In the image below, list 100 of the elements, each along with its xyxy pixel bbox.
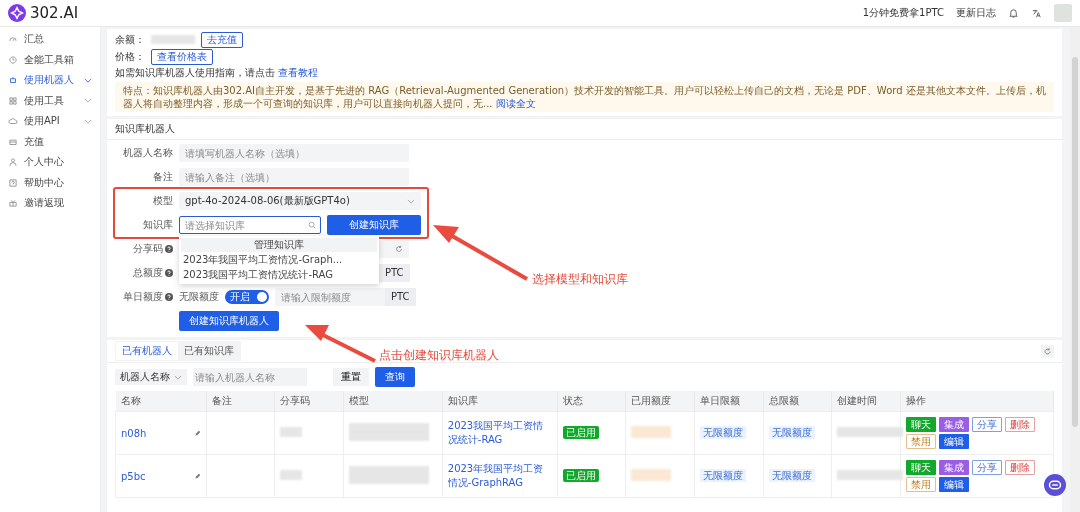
- nav-icon: [8, 54, 18, 65]
- action-button[interactable]: 编辑: [939, 434, 969, 449]
- nav-icon: [8, 157, 18, 168]
- tab[interactable]: 已有知识库: [178, 342, 240, 360]
- price-table-button[interactable]: 查看价格表: [151, 48, 213, 65]
- blurred-value: [631, 426, 672, 438]
- chat-bubble-icon[interactable]: [1044, 474, 1066, 496]
- price-label: 价格：: [115, 49, 145, 64]
- column-header: 备注: [206, 391, 275, 412]
- toggle-switch[interactable]: 开启: [225, 290, 269, 304]
- field-label: 分享码: [133, 242, 163, 256]
- model-select[interactable]: gpt-4o-2024-08-06(最新版GPT4o): [179, 192, 421, 210]
- tutorial-link[interactable]: 查看教程: [278, 67, 319, 78]
- help-icon: [165, 293, 173, 301]
- blurred-value: [280, 470, 303, 480]
- action-button[interactable]: 删除: [1005, 460, 1035, 475]
- dropdown-option[interactable]: 2023我国平均工资情况统计-RAG: [181, 268, 377, 282]
- balance-label: 余额：: [115, 32, 145, 47]
- column-header: 分享码: [274, 391, 344, 412]
- sidebar-item[interactable]: 使用API: [0, 111, 100, 132]
- action-button[interactable]: 禁用: [906, 477, 936, 492]
- create-bot-button[interactable]: 创建知识库机器人: [179, 311, 279, 331]
- create-knowledge-button[interactable]: 创建知识库: [327, 215, 421, 235]
- sidebar-item[interactable]: 帮助中心: [0, 172, 100, 193]
- annotation-text: 选择模型和知识库: [532, 271, 628, 288]
- column-header: 知识库: [442, 391, 558, 412]
- input-field[interactable]: 请输入备注（选填）: [179, 168, 409, 186]
- field-label: 单日额度: [123, 290, 163, 304]
- guide-text: 如需知识库机器人使用指南，请点击 查看教程: [115, 66, 320, 80]
- action-button[interactable]: 删除: [1005, 417, 1035, 432]
- column-header: 单日限额: [694, 391, 764, 412]
- bot-name-link[interactable]: n08h: [121, 427, 147, 439]
- bell-icon[interactable]: [1008, 7, 1019, 19]
- nav-icon: [8, 177, 18, 188]
- search-icon: [308, 221, 316, 229]
- blurred-value: [631, 469, 672, 481]
- field-label: 知识库: [142, 218, 173, 232]
- column-header: 总限额: [763, 391, 832, 412]
- nav-icon: [8, 95, 18, 106]
- action-button[interactable]: 编辑: [939, 477, 969, 492]
- refresh-icon[interactable]: [1041, 344, 1054, 358]
- status-badge: 已启用: [562, 426, 599, 439]
- section-title: 知识库机器人: [107, 119, 1062, 140]
- refresh-icon[interactable]: [395, 245, 403, 253]
- action-button[interactable]: 集成: [939, 460, 969, 475]
- nav-icon: [8, 75, 18, 86]
- filter-select[interactable]: 机器人名称: [115, 369, 187, 385]
- bot-name-link[interactable]: p5bc: [121, 470, 146, 482]
- sidebar-item[interactable]: 汇总: [0, 29, 100, 50]
- dropdown-option[interactable]: 2023年我国平均工资情况-Graph...: [181, 253, 377, 267]
- search-field[interactable]: 请输入机器人名称: [193, 368, 307, 386]
- reset-button[interactable]: 重置: [333, 368, 369, 386]
- brand-name[interactable]: 302.AI: [30, 4, 79, 22]
- search-button[interactable]: 查询: [375, 367, 415, 387]
- edit-icon[interactable]: [193, 472, 201, 480]
- edit-icon[interactable]: [193, 429, 201, 437]
- sidebar-item[interactable]: 使用工具: [0, 90, 100, 111]
- recharge-button[interactable]: 去充值: [201, 31, 243, 48]
- daily-quota-field[interactable]: 请输入限制额度: [275, 288, 385, 306]
- translate-icon[interactable]: [1031, 7, 1042, 19]
- nav-icon: [8, 198, 18, 209]
- chevron-icon: [84, 98, 92, 104]
- sidebar-item[interactable]: 使用机器人: [0, 70, 100, 91]
- action-button[interactable]: 集成: [939, 417, 969, 432]
- nav-icon: [8, 116, 18, 127]
- chevron-icon: [84, 118, 92, 124]
- annotation-arrow: [305, 325, 376, 363]
- action-button[interactable]: 分享: [972, 417, 1002, 432]
- read-more-link[interactable]: 阅读全文: [495, 98, 536, 109]
- chevron-icon: [407, 198, 415, 204]
- quota-tag: 无限额度: [700, 469, 747, 482]
- action-button[interactable]: 禁用: [906, 434, 936, 449]
- unit-label: PTC: [385, 288, 416, 306]
- column-header: 已用额度: [625, 391, 695, 412]
- promo-link[interactable]: 1分钟免费拿1PTC: [862, 6, 944, 20]
- sidebar-item[interactable]: 个人中心: [0, 152, 100, 173]
- quota-tag: 无限额度: [768, 426, 815, 439]
- sidebar-item[interactable]: 全能工具箱: [0, 49, 100, 70]
- help-icon: [165, 269, 173, 277]
- changelog-link[interactable]: 更新日志: [956, 6, 996, 20]
- field-label: 模型: [152, 194, 173, 208]
- column-header: 创建时间: [831, 391, 901, 412]
- sidebar-item[interactable]: 充值: [0, 131, 100, 152]
- unlimited-label: 无限额度: [179, 290, 219, 304]
- column-header: 状态: [557, 391, 626, 412]
- input-field[interactable]: 请填写机器人名称（选填）: [179, 144, 409, 162]
- quota-tag: 无限额度: [768, 469, 815, 482]
- field-label: 总额度: [133, 266, 163, 280]
- field-label: 机器人名称: [122, 146, 173, 160]
- notice-banner: 特点：知识库机器人由302.AI自主开发，是基于先进的 RAG（Retrieval-Augmented Generation）技术开发的智能工具。用户可以轻松上传自己的文档，无论是 PDF、Word 还是其他文本文件。上传后，机器人将自动整理内容，形成一个可查询的知识库，用户可以直接向机器人提问，无... 阅读全文: [115, 82, 1054, 112]
- action-button[interactable]: 分享: [972, 460, 1002, 475]
- blurred-value: [151, 35, 195, 44]
- tab[interactable]: 已有机器人: [116, 342, 178, 360]
- column-header: 操作: [900, 391, 1054, 412]
- chevron-icon: [84, 77, 92, 83]
- knowledge-search-field[interactable]: 请选择知识库: [179, 216, 321, 234]
- sidebar-item[interactable]: 邀请返现: [0, 193, 100, 214]
- manage-knowledge-button[interactable]: 管理知识库: [181, 238, 377, 252]
- chevron-icon: [174, 374, 182, 380]
- status-badge: 已启用: [562, 469, 599, 482]
